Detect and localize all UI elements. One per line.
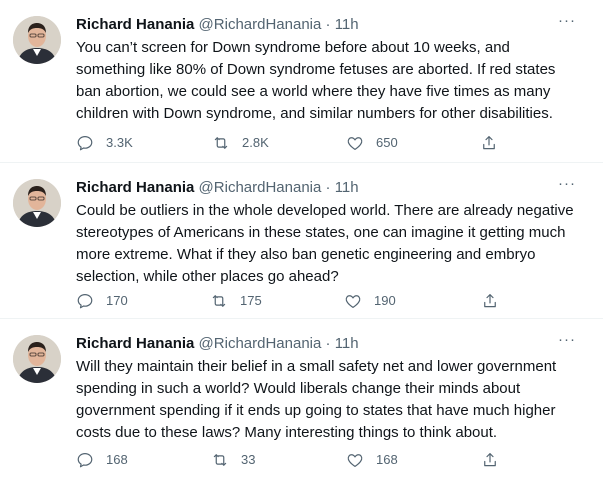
share-icon (483, 136, 495, 150)
retweet-button[interactable]: 2.8K (212, 133, 269, 153)
avatar[interactable] (13, 16, 61, 64)
tweet-text: Will they maintain their belief in a sma… (76, 358, 557, 441)
like-count: 190 (374, 293, 396, 308)
author-name[interactable]: Richard Hanania (76, 179, 194, 196)
share-icon (484, 453, 496, 467)
avatar[interactable] (13, 335, 61, 383)
retweet-icon (213, 454, 227, 466)
separator: · (325, 335, 331, 352)
author-name[interactable]: Richard Hanania (76, 16, 194, 33)
tweet-thread: Richard Hanania @RichardHanania · 11h ··… (0, 0, 603, 488)
tweet[interactable]: Richard Hanania @RichardHanania · 11h ··… (0, 163, 603, 325)
avatar[interactable] (13, 179, 61, 227)
retweet-button[interactable]: 175 (210, 291, 262, 311)
more-icon[interactable]: ··· (557, 176, 577, 197)
retweet-button[interactable]: 33 (211, 450, 255, 470)
tweet-header: Richard Hanania @RichardHanania · 11h (76, 15, 359, 35)
share-icon (484, 294, 496, 308)
like-icon (347, 137, 363, 150)
tweet[interactable]: Richard Hanania @RichardHanania · 11h ··… (0, 0, 603, 162)
reply-icon (77, 136, 93, 151)
reply-icon (77, 453, 93, 468)
like-icon (347, 454, 363, 467)
retweet-count: 2.8K (242, 135, 269, 150)
more-icon[interactable]: ··· (557, 332, 577, 353)
more-icon[interactable]: ··· (557, 13, 577, 34)
action-bar: 3.3K 2.8K 650 (76, 133, 506, 153)
author-handle[interactable]: @RichardHanania (199, 16, 322, 33)
like-count: 168 (376, 452, 398, 467)
timestamp[interactable]: 11h (335, 16, 359, 33)
retweet-icon (214, 137, 228, 149)
retweet-count: 175 (240, 293, 262, 308)
separator: · (325, 179, 331, 196)
reply-button[interactable]: 168 (76, 450, 128, 470)
action-bar: 170 175 190 (76, 291, 506, 311)
like-count: 650 (376, 135, 398, 150)
like-button[interactable]: 650 (346, 133, 398, 153)
author-name[interactable]: Richard Hanania (76, 335, 194, 352)
timestamp[interactable]: 11h (335, 179, 359, 196)
action-bar: 168 33 168 (76, 450, 506, 470)
reply-count: 168 (106, 452, 128, 467)
author-handle[interactable]: @RichardHanania (199, 335, 322, 352)
tweet[interactable]: Richard Hanania @RichardHanania · 11h ··… (0, 319, 603, 481)
share-button[interactable] (481, 291, 511, 311)
reply-count: 3.3K (106, 135, 133, 150)
reply-button[interactable]: 3.3K (76, 133, 133, 153)
timestamp[interactable]: 11h (335, 335, 359, 352)
share-button[interactable] (481, 450, 511, 470)
share-button[interactable] (480, 133, 510, 153)
tweet-header: Richard Hanania @RichardHanania · 11h (76, 334, 359, 354)
retweet-count: 33 (241, 452, 256, 467)
like-button[interactable]: 168 (346, 450, 398, 470)
tweet-text: You can’t screen for Down syndrome befor… (76, 39, 556, 122)
reply-count: 170 (106, 293, 128, 308)
tweet-text: Could be outliers in the whole developed… (76, 202, 574, 285)
author-handle[interactable]: @RichardHanania (199, 179, 322, 196)
tweet-header: Richard Hanania @RichardHanania · 11h (76, 178, 359, 198)
like-button[interactable]: 190 (344, 291, 396, 311)
retweet-icon (212, 295, 226, 307)
like-icon (345, 295, 361, 308)
reply-icon (77, 294, 93, 309)
reply-button[interactable]: 170 (76, 291, 128, 311)
separator: · (325, 16, 331, 33)
